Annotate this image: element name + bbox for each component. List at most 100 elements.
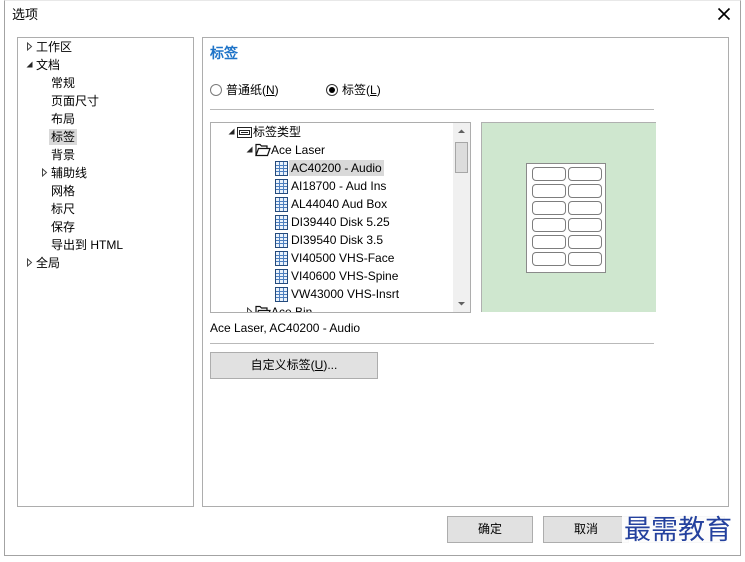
tree-item-text: DI39540 Disk 3.5 (291, 233, 384, 247)
page-title: 标签 (210, 45, 238, 61)
nav-item-label: 网格 (51, 184, 76, 198)
preview-label-cell (532, 235, 566, 249)
tree-item-text: VW43000 VHS-Insrt (291, 287, 400, 301)
nav-item-label: 文档 (36, 58, 61, 72)
nav-item-label: 标签 (49, 129, 78, 145)
nav-item-export-html[interactable]: 导出到 HTML (18, 236, 193, 254)
nav-item-label: 页面尺寸 (51, 94, 100, 108)
nav-item-guidelines[interactable]: 辅助线 (18, 164, 193, 182)
cancel-button-label: 取消 (573, 522, 598, 536)
collapse-arrow-icon[interactable] (245, 145, 254, 154)
tree-group-ace-bin[interactable]: Ace Bin (211, 303, 453, 313)
expand-arrow-icon[interactable] (25, 257, 34, 268)
scrollbar-thumb[interactable] (455, 142, 468, 173)
preview-label-cell (532, 252, 566, 266)
label-sheet-icon (275, 233, 288, 248)
divider (210, 343, 654, 344)
nav-item-label: 背景 (51, 148, 76, 162)
tree-item-text: VI40500 VHS-Face (291, 251, 395, 265)
tree-item-text: Ace Bin (271, 305, 313, 313)
label-sheet-icon (275, 287, 288, 302)
nav-item-label: 工作区 (36, 40, 73, 54)
nav-item-grid[interactable]: 网格 (18, 182, 193, 200)
tree-item-text: AC40200 - Audio (289, 160, 384, 176)
label-type-icon (237, 126, 252, 139)
selected-label-text: Ace Laser, AC40200 - Audio (210, 321, 361, 335)
tree-item-label-types[interactable]: 标签类型 (211, 123, 453, 141)
cancel-button[interactable]: 取消 (543, 516, 629, 543)
preview-label-cell (568, 235, 602, 249)
nav-item-save[interactable]: 保存 (18, 218, 193, 236)
scroll-up-arrow-icon[interactable] (453, 123, 470, 140)
collapse-arrow-icon[interactable] (227, 127, 236, 136)
label-sheet-icon (275, 197, 288, 212)
watermark: 最需教育 (622, 514, 734, 546)
nav-item-page-size[interactable]: 页面尺寸 (18, 92, 193, 110)
label-sheet-icon (275, 251, 288, 266)
tree-item-label[interactable]: AI18700 - Aud Ins (211, 177, 453, 195)
nav-item-background[interactable]: 背景 (18, 146, 193, 164)
label-sheet-icon (275, 269, 288, 284)
radio-button-icon[interactable] (326, 84, 338, 96)
tree-item-label[interactable]: DI39440 Disk 5.25 (211, 213, 453, 231)
tree-item-text: Ace Laser (271, 143, 326, 157)
preview-label-cell (532, 218, 566, 232)
nav-item-workspace[interactable]: 工作区 (18, 38, 193, 56)
nav-item-label: 布局 (51, 112, 76, 126)
custom-label-button[interactable]: 自定义标签(U)... (210, 352, 378, 379)
preview-label-cell (532, 167, 566, 181)
nav-item-rulers[interactable]: 标尺 (18, 200, 193, 218)
nav-item-label: 标尺 (51, 202, 76, 216)
preview-label-cell (568, 252, 602, 266)
tree-item-label[interactable]: AL44040 Aud Box (211, 195, 453, 213)
radio-labels[interactable]: 标签(L) (326, 81, 436, 99)
options-content-panel: 标签 普通纸(N) 标签(L) 标签类型 Ace Laser AC40200 -… (202, 37, 729, 507)
radio-label: 标签(L) (342, 83, 381, 97)
ok-button-label: 确定 (477, 522, 502, 536)
nav-item-label: 导出到 HTML (51, 238, 124, 252)
divider (210, 109, 654, 110)
nav-item-label: 保存 (51, 220, 76, 234)
nav-item-labels[interactable]: 标签 (18, 128, 193, 146)
label-sheet-icon (275, 161, 288, 176)
radio-label: 普通纸(N) (226, 83, 279, 97)
expand-arrow-icon[interactable] (25, 41, 34, 52)
nav-item-global[interactable]: 全局 (18, 254, 193, 272)
nav-item-label: 常规 (51, 76, 76, 90)
expand-arrow-icon[interactable] (245, 306, 254, 312)
nav-item-layout[interactable]: 布局 (18, 110, 193, 128)
preview-label-cell (532, 201, 566, 215)
nav-item-general[interactable]: 常规 (18, 74, 193, 92)
radio-button-icon[interactable] (210, 84, 222, 96)
nav-item-document[interactable]: 文档 (18, 56, 193, 74)
preview-label-cell (532, 184, 566, 198)
label-preview (481, 122, 656, 312)
preview-label-cell (568, 201, 602, 215)
tree-item-label[interactable]: VI40500 VHS-Face (211, 249, 453, 267)
preview-sheet (526, 163, 606, 273)
tree-scrollbar[interactable] (453, 123, 470, 312)
options-nav-tree[interactable]: 工作区 文档 常规 页面尺寸 布局 标签 背景 辅助线 网格 标尺 保存 导出到… (17, 37, 194, 507)
expand-arrow-icon[interactable] (40, 167, 49, 178)
collapse-arrow-icon[interactable] (25, 60, 34, 69)
tree-item-label[interactable]: AC40200 - Audio (211, 159, 453, 177)
close-icon[interactable] (716, 6, 732, 22)
tree-item-label[interactable]: VI40600 VHS-Spine (211, 267, 453, 285)
tree-item-label[interactable]: DI39540 Disk 3.5 (211, 231, 453, 249)
nav-item-label: 全局 (36, 256, 61, 270)
preview-label-cell (568, 184, 602, 198)
tree-item-label[interactable]: VW43000 VHS-Insrt (211, 285, 453, 303)
label-sheet-icon (275, 179, 288, 194)
scroll-down-arrow-icon[interactable] (453, 295, 470, 312)
preview-label-cell (568, 167, 602, 181)
tree-group-ace-laser[interactable]: Ace Laser (211, 141, 453, 159)
label-sheet-icon (275, 215, 288, 230)
ok-button[interactable]: 确定 (447, 516, 533, 543)
nav-item-label: 辅助线 (51, 166, 88, 180)
radio-plain-paper[interactable]: 普通纸(N) (210, 81, 320, 99)
tree-item-text: 标签类型 (253, 125, 302, 139)
label-type-tree[interactable]: 标签类型 Ace Laser AC40200 - Audio AI18700 -… (210, 122, 471, 313)
tree-item-text: DI39440 Disk 5.25 (291, 215, 390, 229)
tree-item-text: AL44040 Aud Box (291, 197, 388, 211)
preview-label-cell (568, 218, 602, 232)
